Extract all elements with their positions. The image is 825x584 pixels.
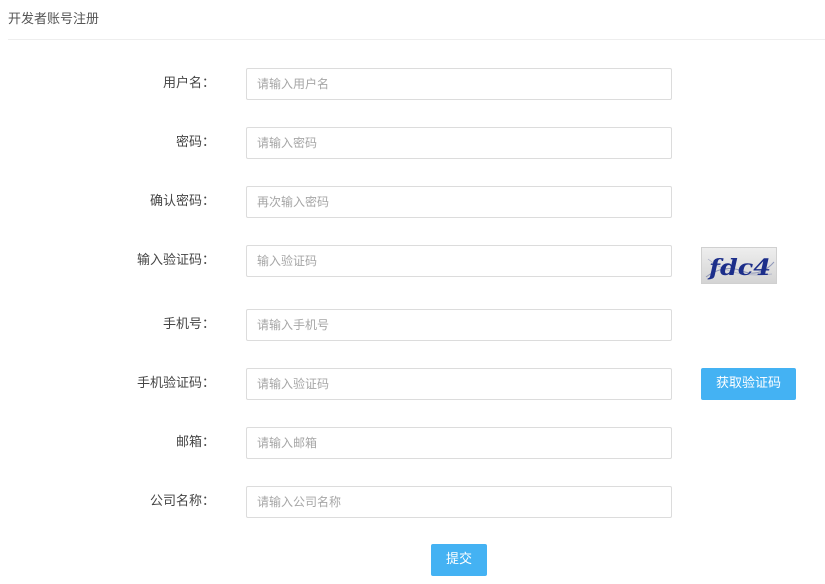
email-row: 邮箱： bbox=[0, 427, 825, 459]
username-input[interactable] bbox=[246, 68, 672, 100]
phone-input[interactable] bbox=[246, 309, 672, 341]
confirm-password-input[interactable] bbox=[246, 186, 672, 218]
get-sms-code-button[interactable]: 获取验证码 bbox=[701, 368, 796, 400]
captcha-label: 输入验证码： bbox=[136, 253, 215, 268]
sms-code-label: 手机验证码： bbox=[136, 376, 215, 391]
username-label: 用户名： bbox=[162, 76, 215, 91]
submit-button[interactable]: 提交 bbox=[431, 544, 487, 576]
confirm-password-row: 确认密码： bbox=[0, 186, 825, 218]
email-label: 邮箱： bbox=[175, 435, 215, 450]
email-input[interactable] bbox=[246, 427, 672, 459]
confirm-password-label: 确认密码： bbox=[149, 194, 215, 209]
sms-code-row: 手机验证码： 获取验证码 bbox=[0, 368, 825, 400]
username-row: 用户名： bbox=[0, 68, 825, 100]
page-title: 开发者账号注册 bbox=[8, 12, 100, 27]
captcha-image[interactable]: fdc4 bbox=[701, 247, 777, 284]
captcha-input[interactable] bbox=[246, 245, 672, 277]
page-header: 开发者账号注册 bbox=[8, 0, 825, 40]
company-label: 公司名称： bbox=[149, 494, 215, 509]
company-row: 公司名称： bbox=[0, 486, 825, 518]
company-input[interactable] bbox=[246, 486, 672, 518]
sms-code-input[interactable] bbox=[246, 368, 672, 400]
password-row: 密码： bbox=[0, 127, 825, 159]
captcha-row: 输入验证码： fdc4 bbox=[0, 245, 825, 284]
captcha-graphic: fdc4 bbox=[705, 255, 775, 281]
phone-row: 手机号： bbox=[0, 309, 825, 341]
password-label: 密码： bbox=[175, 135, 215, 150]
captcha-text: fdc4 bbox=[707, 255, 771, 281]
password-input[interactable] bbox=[246, 127, 672, 159]
phone-label: 手机号： bbox=[162, 317, 215, 332]
